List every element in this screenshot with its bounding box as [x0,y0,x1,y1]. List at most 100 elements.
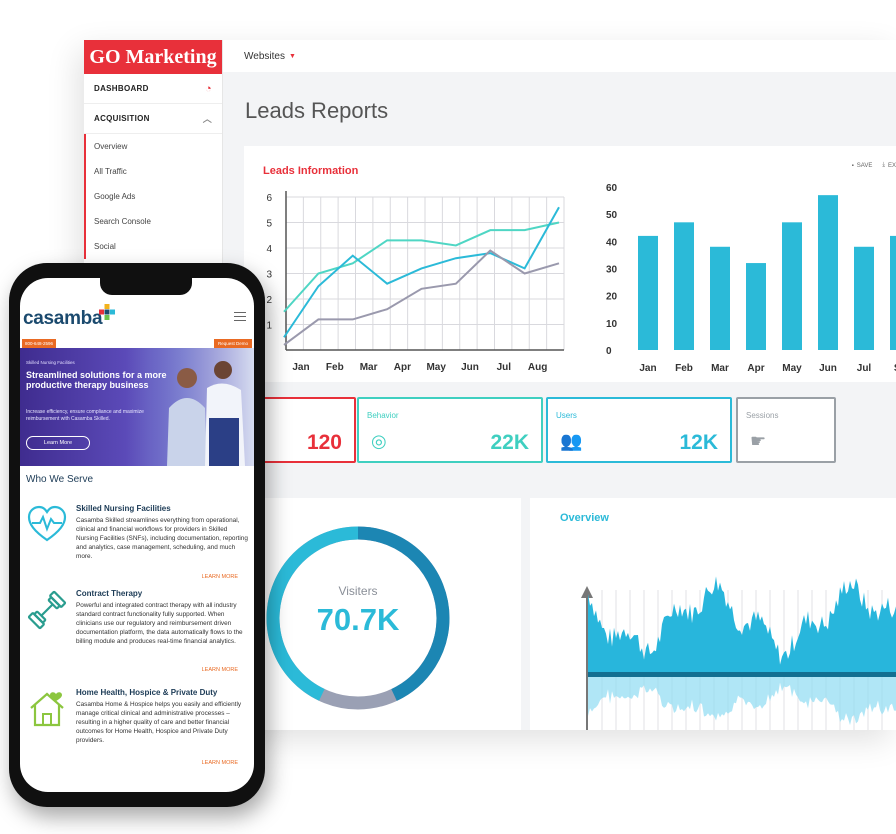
sidebar-item-acquisition[interactable]: ACQUISITION ︿ [84,104,222,134]
overview-card: Overview [530,498,896,730]
overview-baseline [588,672,896,677]
bar[interactable] [710,246,730,350]
sidebar-item-dashboard[interactable]: DASHBOARD ◔ [84,74,222,104]
menu-icon[interactable] [234,312,246,324]
service-description: Powerful and integrated contract therapy… [76,602,243,646]
x-tick-label: Jul [857,363,872,374]
phone-notch [100,278,192,295]
learn-more-link[interactable]: LEARN MORE [202,667,238,673]
y-tick-label: 1 [266,321,272,332]
service-description: Casamba Home & Hospice helps you easily … [76,701,242,745]
contact-strip: 800-648-2596 Request Demo [20,339,254,348]
mobile-screen: casamba 800-648-2596 Request Demo Skille… [20,278,254,792]
bar[interactable] [638,235,658,350]
stat-card-sessions[interactable]: Sessions ☛ [736,397,836,463]
sidebar-item-label: ACQUISITION [94,114,150,123]
visitors-donut-chart: Visiters 70.7K [266,526,450,710]
request-demo-button[interactable]: Request Demo [213,339,252,348]
x-tick-label: Aug [528,362,547,373]
bar[interactable] [746,263,766,350]
service-description: Casamba Skilled streamlines everything f… [76,517,248,561]
y-tick-label: 20 [606,292,618,303]
service-title[interactable]: Contract Therapy [76,589,142,598]
y-tick-label: 5 [266,219,272,230]
stat-label: Behavior [367,411,399,420]
y-tick-label: 4 [266,244,272,255]
x-tick-label: Feb [675,363,693,374]
leads-information-card: Leads Information ▪ SAVE ⤓ EX 1 2 3 4 5 6 Jan Feb… [244,146,896,382]
x-tick-label: Mar [711,363,729,374]
y-tick-label: 40 [606,237,618,248]
y-tick-label: 3 [266,270,272,281]
service-title[interactable]: Skilled Nursing Facilities [76,504,171,513]
sidebar-item-all-traffic[interactable]: All Traffic [86,159,222,184]
chevron-up-icon: ︿ [202,114,212,124]
stat-card-behavior[interactable]: Behavior ◎ 22K [357,397,543,463]
overview-area-chart [581,576,896,730]
users-icon: 👥 [560,431,583,451]
page-title: Leads Reports [245,98,389,123]
stat-value: 12K [679,431,718,454]
stat-label: Users [556,411,577,420]
bar[interactable] [674,222,694,350]
x-tick-label: Jan [292,362,309,373]
hero-heading: Streamlined solutions for a more product… [26,370,167,390]
service-title[interactable]: Home Health, Hospice & Private Duty [76,688,217,697]
y-tick-label: 2 [266,295,272,306]
bar[interactable] [854,246,874,350]
y-tick-label: 10 [606,319,618,330]
bar[interactable] [818,195,838,350]
phone-number[interactable]: 800-648-2596 [22,339,57,348]
heart-pulse-icon [27,505,67,542]
learn-more-link[interactable]: LEARN MORE [202,574,238,580]
x-tick-label: Apr [394,362,411,373]
home-heart-icon [30,692,64,727]
caret-down-icon[interactable]: ▼ [289,53,296,60]
y-tick-label: 50 [606,210,618,221]
topbar: Websites ▼ [223,40,896,72]
y-tick-label: 60 [606,183,618,194]
sidebar-item-google-ads[interactable]: Google Ads [86,184,222,209]
sidebar-item-overview[interactable]: Overview [86,134,222,159]
x-tick-label: May [426,362,446,373]
dumbbell-icon [27,590,67,630]
sidebar-item-search-console[interactable]: Search Console [86,209,222,234]
y-tick-label: 6 [266,193,272,204]
bar[interactable] [782,222,802,350]
bar[interactable] [890,235,896,350]
hand-point-icon: ☛ [750,431,767,451]
casamba-logo[interactable]: casamba [23,308,103,330]
stat-label: Sessions [746,411,779,420]
plus-logo-icon [99,304,115,320]
sidebar-item-social[interactable]: Social [86,234,222,259]
stat-value: 120 [306,431,342,454]
visitors-card: Visiters 70.7K [244,498,521,730]
x-tick-label: Apr [747,363,764,374]
learn-more-link[interactable]: LEARN MORE [202,760,238,766]
brand-logo[interactable]: GO Marketing [84,40,222,74]
who-we-serve-heading: Who We Serve [26,474,94,485]
x-tick-label: Jan [639,363,656,374]
axis-arrow-icon [581,586,593,598]
y-tick-label: 30 [606,265,618,276]
speedometer-icon: ◔ [205,82,212,95]
hero-banner: Skilled Nursing Facilities Streamlined s… [20,348,254,466]
learn-more-button[interactable]: Learn More [26,436,90,450]
hero-subtext: Increase efficiency, ensure compliance a… [26,409,144,422]
visitors-value: 70.7K [317,602,400,637]
stat-value: 22K [490,431,529,454]
x-tick-label: Mar [360,362,378,373]
sidebar-item-label: DASHBOARD [94,84,149,93]
x-tick-label: Feb [326,362,344,373]
x-tick-label: Jun [461,362,479,373]
stat-card-users[interactable]: Users 👥 12K [546,397,732,463]
leads-bar-chart: 0102030405060JanFebMarAprMayJunJulSe [606,183,896,374]
clinician-photo [149,348,254,466]
leads-line-chart: 1 2 3 4 5 6 Jan Feb Mar Apr May Jun Jul Aug [266,191,565,373]
fingerprint-icon: ◎ [371,431,387,451]
line-series-0 [283,221,560,313]
mobile-phone-frame: casamba 800-648-2596 Request Demo Skille… [9,263,265,807]
acquisition-submenu: Overview All Traffic Google Ads Search C… [84,134,222,259]
websites-dropdown[interactable]: Websites [244,51,285,62]
x-tick-label: May [782,363,802,374]
